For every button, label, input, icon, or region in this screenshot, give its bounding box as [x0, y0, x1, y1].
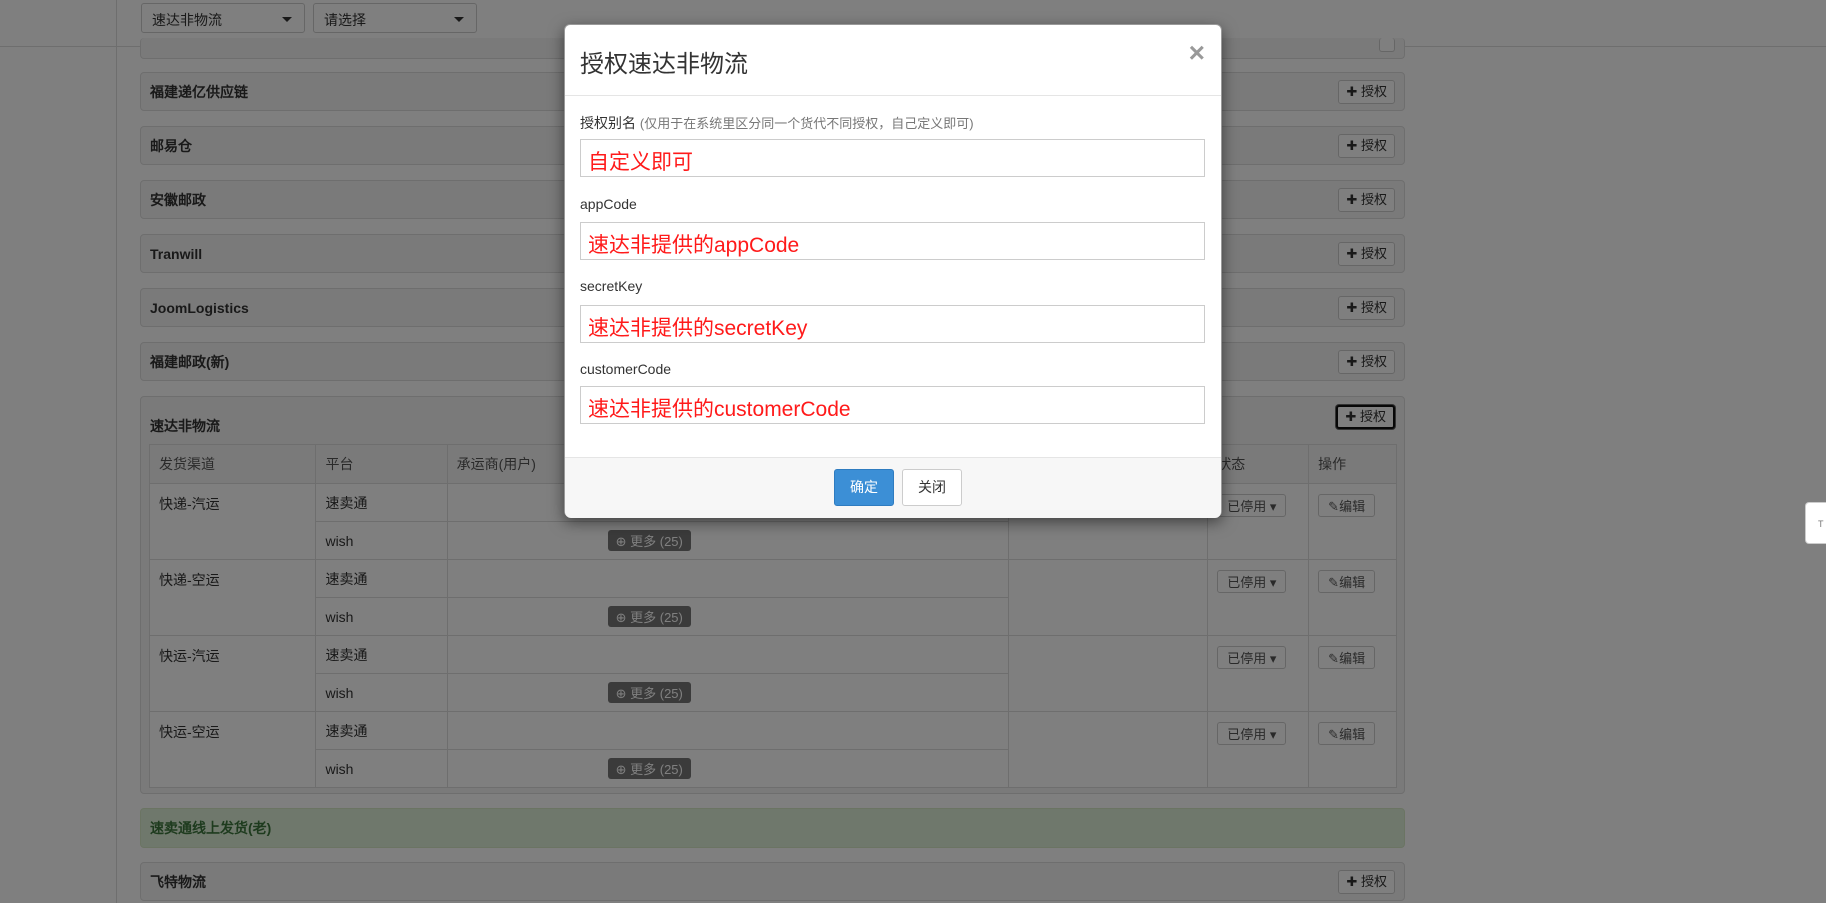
- modal-footer: 确定 关闭: [565, 457, 1221, 518]
- alias-hint: (仅用于在系统里区分同一个货代不同授权，自己定义即可): [639, 116, 974, 131]
- modal-title: 授权速达非物流: [580, 51, 748, 78]
- alias-label: 授权别名 (仅用于在系统里区分同一个货代不同授权，自己定义即可): [580, 115, 974, 131]
- close-icon[interactable]: ×: [1189, 39, 1205, 67]
- appcode-label: appCode: [580, 196, 637, 212]
- secretkey-input[interactable]: 速达非提供的secretKey: [580, 305, 1205, 343]
- authorize-modal: 授权速达非物流 × 授权别名 (仅用于在系统里区分同一个货代不同授权，自己定义即…: [564, 24, 1222, 518]
- side-tab[interactable]: T: [1805, 502, 1826, 544]
- modal-header: 授权速达非物流 ×: [565, 25, 1221, 96]
- alias-input[interactable]: 自定义即可: [580, 139, 1205, 177]
- customercode-label: customerCode: [580, 361, 672, 377]
- confirm-button[interactable]: 确定: [834, 469, 894, 506]
- customercode-input[interactable]: 速达非提供的customerCode: [580, 386, 1205, 424]
- close-button[interactable]: 关闭: [902, 469, 962, 506]
- side-tab-label: T: [1818, 519, 1824, 529]
- appcode-input[interactable]: 速达非提供的appCode: [580, 222, 1205, 260]
- secretkey-label: secretKey: [580, 278, 643, 294]
